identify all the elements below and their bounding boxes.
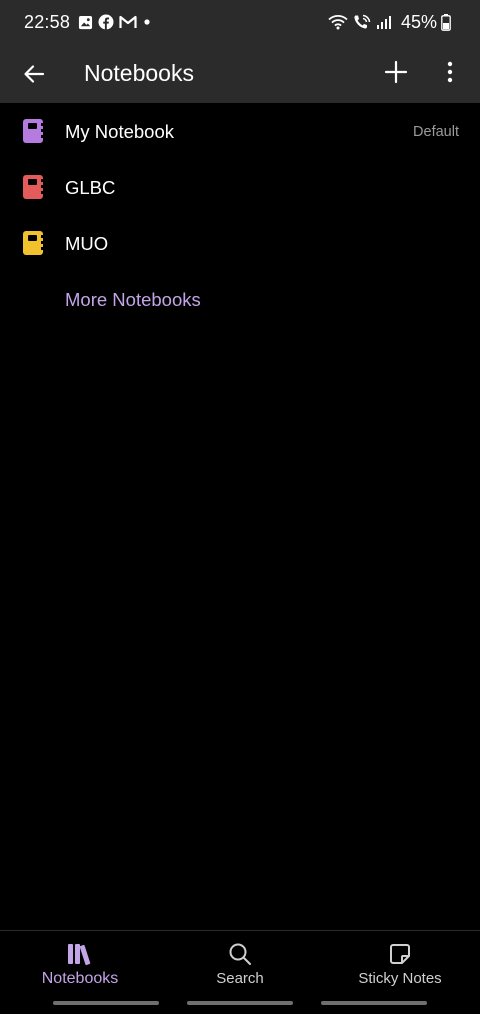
tab-label: Search [216, 970, 264, 987]
notebook-item-my-notebook[interactable]: My Notebook Default [0, 103, 480, 159]
tab-label: Notebooks [41, 970, 119, 987]
notebook-list: My Notebook Default GLBC MUO More Notebo… [0, 103, 480, 327]
search-icon [227, 941, 253, 967]
notebook-item-glbc[interactable]: GLBC [0, 159, 480, 215]
plus-icon [384, 60, 408, 84]
facebook-icon [98, 14, 114, 30]
dot-icon [142, 17, 152, 27]
signal-icon [376, 14, 392, 30]
wifi-call-icon [353, 14, 371, 30]
more-notebooks-label: More Notebooks [65, 289, 201, 310]
vertical-dots-icon [447, 61, 453, 83]
status-bar-left: 22:58 [24, 12, 157, 33]
app-bar: Notebooks [0, 44, 480, 103]
gmail-icon [119, 15, 137, 29]
add-notebook-button[interactable] [380, 56, 412, 88]
back-button[interactable] [18, 58, 50, 90]
page-title: Notebooks [84, 60, 194, 86]
notebook-name: MUO [65, 233, 109, 254]
more-options-button[interactable] [436, 56, 464, 88]
status-bar-right: 45% [328, 12, 456, 33]
notebook-name: GLBC [65, 177, 116, 198]
battery-icon [441, 13, 451, 31]
battery-percent: 45% [400, 11, 437, 32]
sticky-note-icon [387, 941, 413, 967]
notebook-icon [23, 175, 44, 199]
notebook-icon [23, 119, 44, 143]
default-badge: Default [413, 124, 459, 140]
wifi-icon [328, 14, 348, 30]
gesture-bar [321, 1001, 427, 1005]
status-bar: 22:58 45% [0, 0, 480, 44]
gallery-icon [78, 15, 93, 30]
notebook-item-muo[interactable]: MUO [0, 215, 480, 271]
gesture-bar [187, 1001, 293, 1005]
books-icon [67, 941, 93, 967]
gesture-bar [53, 1001, 159, 1005]
arrow-left-icon [24, 65, 45, 83]
more-notebooks-link[interactable]: More Notebooks [0, 271, 480, 327]
notebook-name: My Notebook [65, 121, 174, 142]
tab-label: Sticky Notes [358, 970, 442, 987]
notebook-icon [23, 231, 44, 255]
status-time: 22:58 [24, 11, 71, 32]
